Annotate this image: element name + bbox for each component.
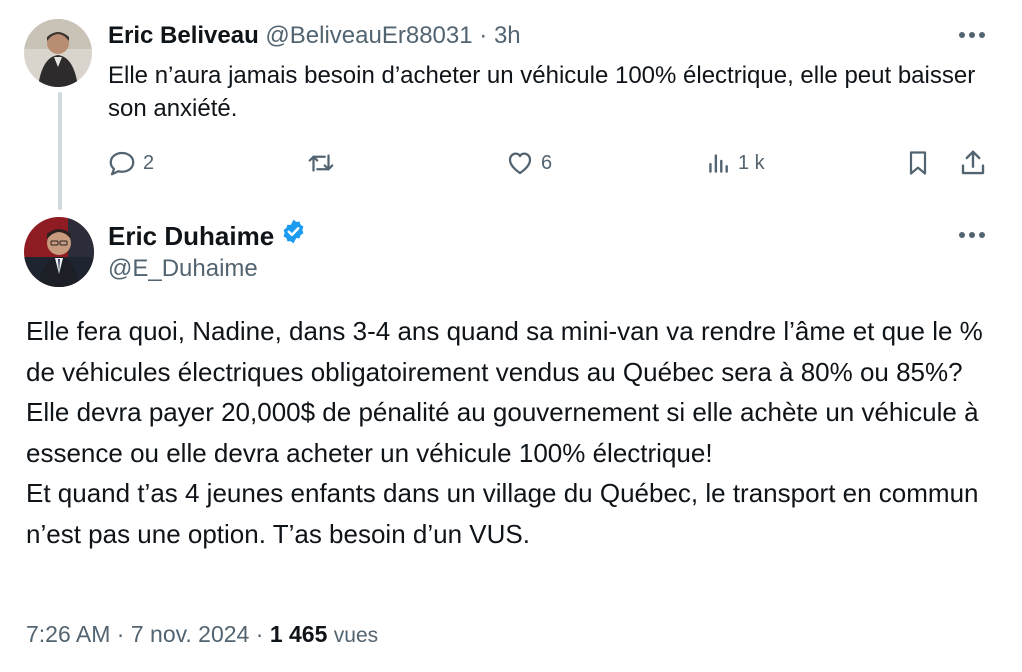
author-handle[interactable]: @BeliveauEr88031 [265,22,472,49]
bookmark-button[interactable] [904,146,932,180]
views-icon [709,154,728,173]
like-button[interactable]: 6 [505,146,552,180]
views-count: 1 k [738,151,765,174]
author-name[interactable]: Eric Beliveau [108,22,259,49]
separator-dot: · [255,621,264,647]
avatar[interactable] [24,19,92,87]
separator-dot: · [116,621,125,647]
views-button[interactable]: 1 k [706,146,765,180]
views-count: 1 465 [269,621,328,647]
reply-button[interactable]: 2 [107,146,154,180]
reply-action-bar: 2 6 1 k [0,146,1022,180]
more-options-button[interactable] [955,25,989,45]
reply-count: 2 [143,151,155,174]
reply-text: Elle n’aura jamais besoin d’acheter un v… [108,62,976,122]
views-label: vues [333,624,379,647]
separator-dot: · [479,22,488,49]
more-icon [959,32,985,38]
tweet-date[interactable]: 7 nov. 2024 [131,621,250,647]
share-button[interactable] [958,146,988,180]
reply-header: Eric Beliveau @BeliveauEr88031 · 3h [108,20,521,52]
verified-badge-icon[interactable] [280,218,307,253]
main-tweet-text: Elle fera quoi, Nadine, dans 3-4 ans qua… [26,311,1001,554]
author-name[interactable]: Eric Duhaime [108,219,274,253]
more-icon [959,232,985,238]
avatar[interactable] [24,217,94,287]
retweet-button[interactable] [305,146,337,180]
bookmark-icon [909,151,927,175]
tweet-paragraph: Et quand t’as 4 jeunes enfants dans un v… [26,478,979,549]
share-icon [961,150,985,175]
main-author: Eric Duhaime [108,218,307,253]
more-options-button[interactable] [955,225,989,245]
tweet-time[interactable]: 7:26 AM [26,621,110,647]
retweet-icon [308,154,334,172]
timestamp[interactable]: 3h [494,22,521,49]
tweet-metadata: 7:26 AM · 7 nov. 2024 · 1 465 vues [26,618,378,652]
reply-icon [109,151,135,176]
like-icon [508,152,532,175]
author-handle[interactable]: @E_Duhaime [108,253,258,285]
like-count: 6 [541,151,553,174]
tweet-paragraph: Elle fera quoi, Nadine, dans 3-4 ans qua… [26,316,983,468]
